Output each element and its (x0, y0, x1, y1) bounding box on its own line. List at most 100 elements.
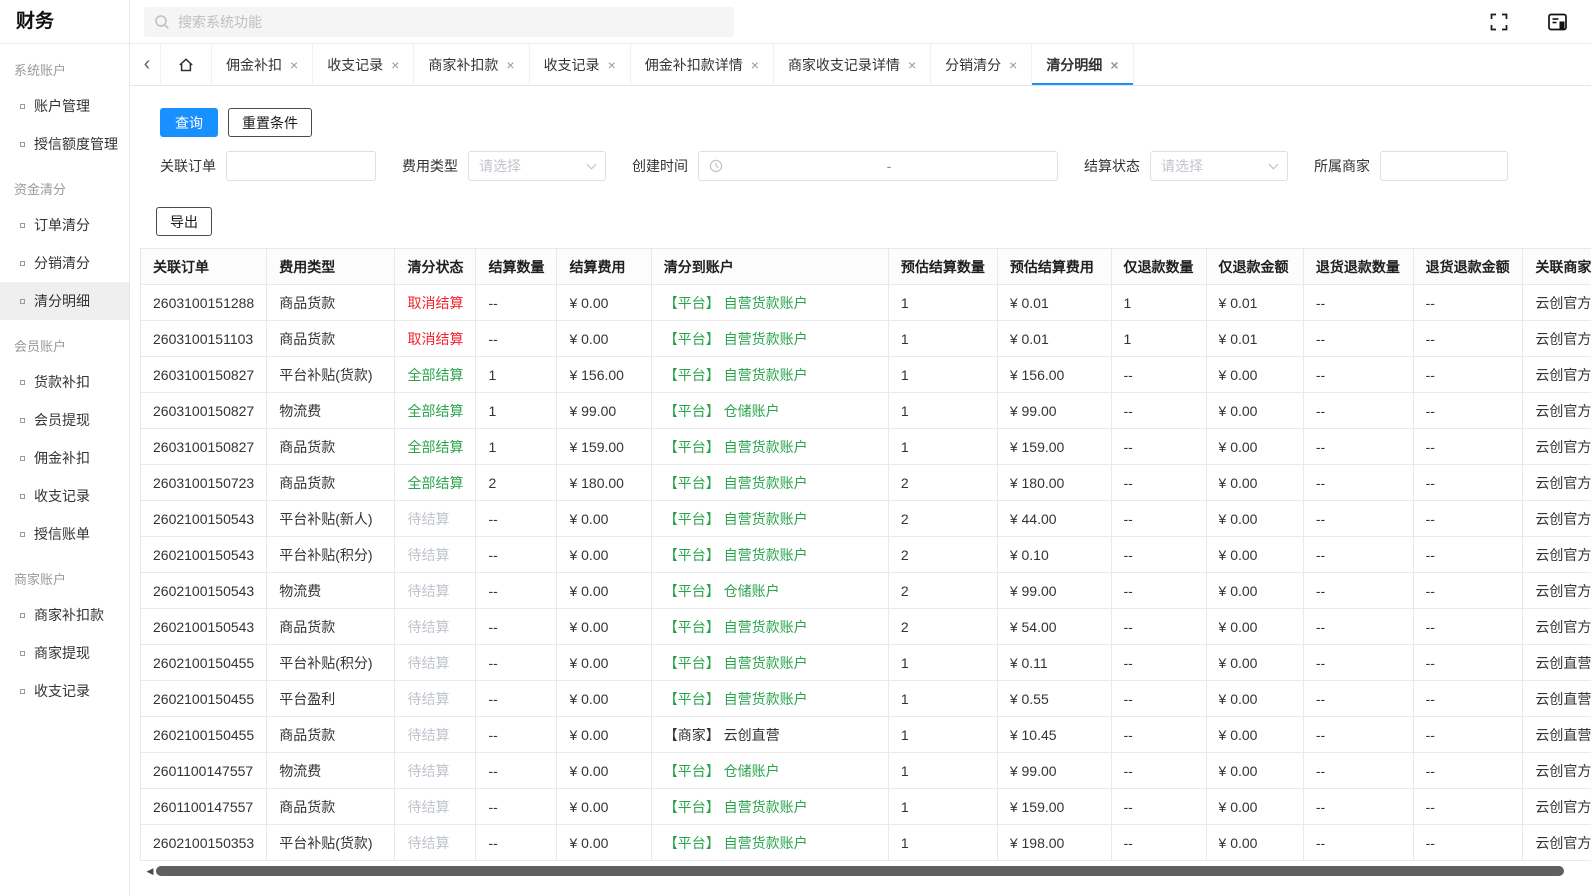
cell-refund_qty: -- (1111, 825, 1206, 861)
tab-佣金补扣[interactable]: 佣金补扣 × (212, 44, 313, 85)
sidebar-item-货款补扣[interactable]: 货款补扣 (0, 363, 129, 401)
tab-home[interactable] (160, 44, 212, 85)
cell-fee: ¥ 0.00 (557, 645, 651, 681)
cell-return_qty: -- (1303, 465, 1413, 501)
cell-fee: ¥ 0.00 (557, 285, 651, 321)
cell-account: 【平台】 自营货款账户 (651, 789, 888, 825)
tab-佣金补扣款详情[interactable]: 佣金补扣款详情 × (631, 44, 774, 85)
cell-refund_qty: -- (1111, 501, 1206, 537)
table-row: 2602100150543商品货款待结算--¥ 0.00【平台】 自营货款账户2… (141, 609, 1591, 645)
cell-return_amt: -- (1413, 465, 1523, 501)
tab-商家收支记录详情[interactable]: 商家收支记录详情 × (774, 44, 931, 85)
cell-account: 【平台】 自营货款账户 (651, 429, 888, 465)
report-icon[interactable] (1548, 13, 1567, 31)
settle-status-select[interactable]: 请选择 (1150, 151, 1288, 181)
global-search[interactable] (144, 7, 734, 37)
sidebar-item-佣金补扣[interactable]: 佣金补扣 (0, 439, 129, 477)
close-icon[interactable]: × (506, 58, 514, 72)
cell-return_amt: -- (1413, 573, 1523, 609)
cell-status: 全部结算 (395, 465, 476, 501)
reset-button[interactable]: 重置条件 (228, 108, 312, 137)
column-header-预估结算费用: 预估结算费用 (997, 249, 1111, 285)
sidebar-item-label: 收支记录 (34, 486, 90, 506)
table-row: 2603100150827商品货款全部结算1¥ 159.00【平台】 自营货款账… (141, 429, 1591, 465)
sidebar-item-清分明细[interactable]: 清分明细 (0, 282, 129, 320)
close-icon[interactable]: × (1009, 58, 1017, 72)
column-header-仅退款金额: 仅退款金额 (1206, 249, 1303, 285)
merchant-input[interactable] (1380, 151, 1508, 181)
filter-row: 关联订单 费用类型 请选择 创建时间 (160, 151, 1591, 181)
cell-qty: -- (476, 573, 557, 609)
close-icon[interactable]: × (391, 58, 399, 72)
scroll-left-arrow-icon[interactable]: ◀ (144, 865, 156, 877)
cell-order: 2603100150827 (141, 357, 267, 393)
filter-actions: 查询 重置条件 (160, 108, 1591, 137)
related-order-input[interactable] (226, 151, 376, 181)
cell-est_fee: ¥ 0.11 (997, 645, 1111, 681)
search-input[interactable] (178, 14, 724, 30)
sidebar-item-授信账单[interactable]: 授信账单 (0, 515, 129, 553)
column-header-清分状态: 清分状态 (395, 249, 476, 285)
cell-account: 【商家】 云创直营 (651, 717, 888, 753)
tab-收支记录[interactable]: 收支记录 × (530, 44, 631, 85)
sidebar-item-账户管理[interactable]: 账户管理 (0, 87, 129, 125)
column-header-费用类型: 费用类型 (267, 249, 395, 285)
horizontal-scrollbar[interactable]: ◀ (144, 865, 1585, 877)
cell-est_fee: ¥ 99.00 (997, 393, 1111, 429)
cell-merchant: 云创官方 (1523, 321, 1591, 357)
cell-merchant: 云创官方 (1523, 537, 1591, 573)
cell-qty: -- (476, 717, 557, 753)
fullscreen-icon[interactable] (1490, 13, 1508, 31)
close-icon[interactable]: × (290, 58, 298, 72)
close-icon[interactable]: × (608, 58, 616, 72)
tab-分销清分[interactable]: 分销清分 × (931, 44, 1032, 85)
square-bullet-icon (20, 532, 25, 537)
table-row: 2603100150827物流费全部结算1¥ 99.00【平台】 仓储账户1¥ … (141, 393, 1591, 429)
app-root: 财务 系统账户 账户管理 授信额度管理 资金清分 订单清分 分销清分 清分明细 … (0, 0, 1591, 896)
cell-fee_type: 商品货款 (267, 429, 395, 465)
scrollbar-thumb[interactable] (156, 866, 1564, 876)
data-table: 关联订单费用类型清分状态结算数量结算费用清分到账户预估结算数量预估结算费用仅退款… (140, 248, 1591, 861)
query-button[interactable]: 查询 (160, 108, 218, 137)
topbar (130, 0, 1591, 44)
sidebar-item-订单清分[interactable]: 订单清分 (0, 206, 129, 244)
close-icon[interactable]: × (1110, 58, 1118, 72)
cell-fee_type: 商品货款 (267, 717, 395, 753)
sidebar-item-label: 订单清分 (34, 215, 90, 235)
cell-fee: ¥ 0.00 (557, 681, 651, 717)
sidebar-item-商家提现[interactable]: 商家提现 (0, 634, 129, 672)
sidebar-item-收支记录[interactable]: 收支记录 (0, 672, 129, 710)
sidebar-item-授信额度管理[interactable]: 授信额度管理 (0, 125, 129, 163)
create-time-range-picker[interactable]: - (698, 151, 1058, 181)
sidebar-item-收支记录[interactable]: 收支记录 (0, 477, 129, 515)
cell-order: 2603100151288 (141, 285, 267, 321)
scrollbar-track[interactable] (156, 866, 1585, 876)
cell-status: 取消结算 (395, 285, 476, 321)
cell-qty: -- (476, 645, 557, 681)
cell-status: 待结算 (395, 753, 476, 789)
tab-label: 分销清分 (945, 55, 1001, 75)
cell-qty: -- (476, 825, 557, 861)
tab-收支记录[interactable]: 收支记录 × (313, 44, 414, 85)
sidebar-section: 商家账户 商家补扣款 商家提现 收支记录 (0, 553, 129, 710)
tab-清分明细[interactable]: 清分明细 × (1032, 44, 1133, 85)
cell-return_qty: -- (1303, 645, 1413, 681)
cell-refund_amt: ¥ 0.00 (1206, 825, 1303, 861)
export-button[interactable]: 导出 (156, 207, 212, 236)
column-header-结算费用: 结算费用 (557, 249, 651, 285)
cell-refund_qty: -- (1111, 789, 1206, 825)
chevron-down-icon (587, 159, 597, 169)
sidebar-item-会员提现[interactable]: 会员提现 (0, 401, 129, 439)
close-icon[interactable]: × (751, 58, 759, 72)
cell-order: 2602100150455 (141, 645, 267, 681)
tab-bar: ‹ 佣金补扣 × 收支记录 × 商家补扣款 × 收支记录 × 佣金补扣款详情 ×… (130, 44, 1591, 86)
close-icon[interactable]: × (908, 58, 916, 72)
sidebar-item-分销清分[interactable]: 分销清分 (0, 244, 129, 282)
tabs-scroll-left-icon[interactable]: ‹ (134, 44, 160, 85)
tab-商家补扣款[interactable]: 商家补扣款 × (414, 44, 529, 85)
sidebar-item-label: 佣金补扣 (34, 448, 90, 468)
fee-type-select[interactable]: 请选择 (468, 151, 606, 181)
cell-merchant: 云创官方 (1523, 393, 1591, 429)
cell-refund_amt: ¥ 0.00 (1206, 789, 1303, 825)
sidebar-item-商家补扣款[interactable]: 商家补扣款 (0, 596, 129, 634)
